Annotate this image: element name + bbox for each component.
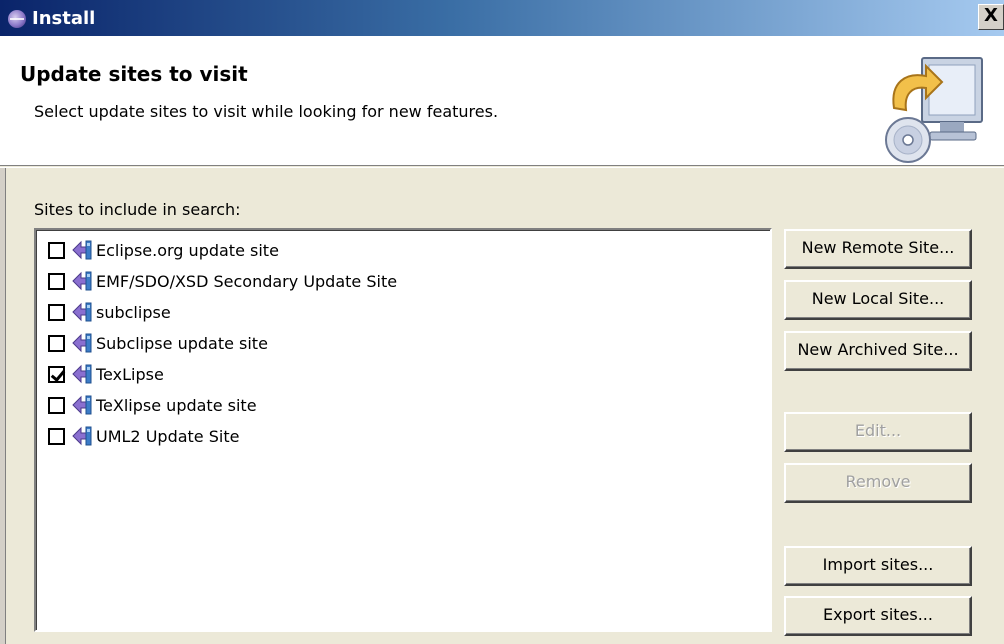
- page-description: Select update sites to visit while looki…: [34, 102, 499, 121]
- site-checkbox[interactable]: [48, 396, 65, 414]
- new-remote-site-button[interactable]: New Remote Site...: [784, 229, 972, 269]
- update-site-icon: [72, 302, 92, 322]
- site-row[interactable]: Subclipse update site: [48, 329, 268, 357]
- site-checkbox[interactable]: [48, 303, 65, 321]
- close-button[interactable]: X: [978, 4, 1004, 30]
- site-label: EMF/SDO/XSD Secondary Update Site: [96, 271, 398, 291]
- window-edge: [0, 168, 6, 644]
- sites-label: Sites to include in search:: [34, 200, 241, 219]
- site-checkbox[interactable]: [48, 334, 65, 352]
- eclipse-icon: [8, 10, 26, 28]
- remove-button[interactable]: Remove: [784, 463, 972, 503]
- title-bar: Install X: [0, 0, 1004, 36]
- new-archived-site-button[interactable]: New Archived Site...: [784, 331, 972, 371]
- site-label: subclipse: [96, 302, 171, 322]
- site-checkbox[interactable]: [48, 427, 65, 445]
- update-site-icon: [72, 364, 92, 384]
- export-sites-button[interactable]: Export sites...: [784, 596, 972, 636]
- update-site-icon: [72, 426, 92, 446]
- update-site-icon: [72, 395, 92, 415]
- site-checkbox[interactable]: [48, 272, 65, 290]
- wizard-banner: Update sites to visit Select update site…: [0, 36, 1004, 166]
- page-title: Update sites to visit: [20, 62, 248, 86]
- banner-separator: [0, 167, 1004, 168]
- site-label: Subclipse update site: [96, 333, 268, 353]
- import-sites-button[interactable]: Import sites...: [784, 546, 972, 586]
- new-local-site-button[interactable]: New Local Site...: [784, 280, 972, 320]
- edit-button[interactable]: Edit...: [784, 412, 972, 452]
- site-row[interactable]: TeXlipse update site: [48, 391, 257, 419]
- sites-list[interactable]: Eclipse.org update site EMF/SDO/XSD Secon…: [34, 228, 772, 632]
- install-wizard-icon: [885, 57, 983, 163]
- site-row[interactable]: subclipse: [48, 298, 171, 326]
- update-site-icon: [72, 240, 92, 260]
- window-title: Install: [32, 7, 96, 29]
- update-site-icon: [72, 271, 92, 291]
- site-row[interactable]: Eclipse.org update site: [48, 236, 279, 264]
- site-row[interactable]: EMF/SDO/XSD Secondary Update Site: [48, 267, 397, 295]
- update-site-icon: [72, 333, 92, 353]
- site-checkbox[interactable]: [48, 241, 65, 259]
- site-label: TeXlipse update site: [96, 395, 257, 415]
- site-label: UML2 Update Site: [96, 426, 240, 446]
- site-label: TexLipse: [96, 364, 164, 384]
- site-row[interactable]: TexLipse: [48, 360, 164, 388]
- site-row[interactable]: UML2 Update Site: [48, 422, 239, 450]
- site-label: Eclipse.org update site: [96, 240, 279, 260]
- site-checkbox[interactable]: [48, 365, 65, 383]
